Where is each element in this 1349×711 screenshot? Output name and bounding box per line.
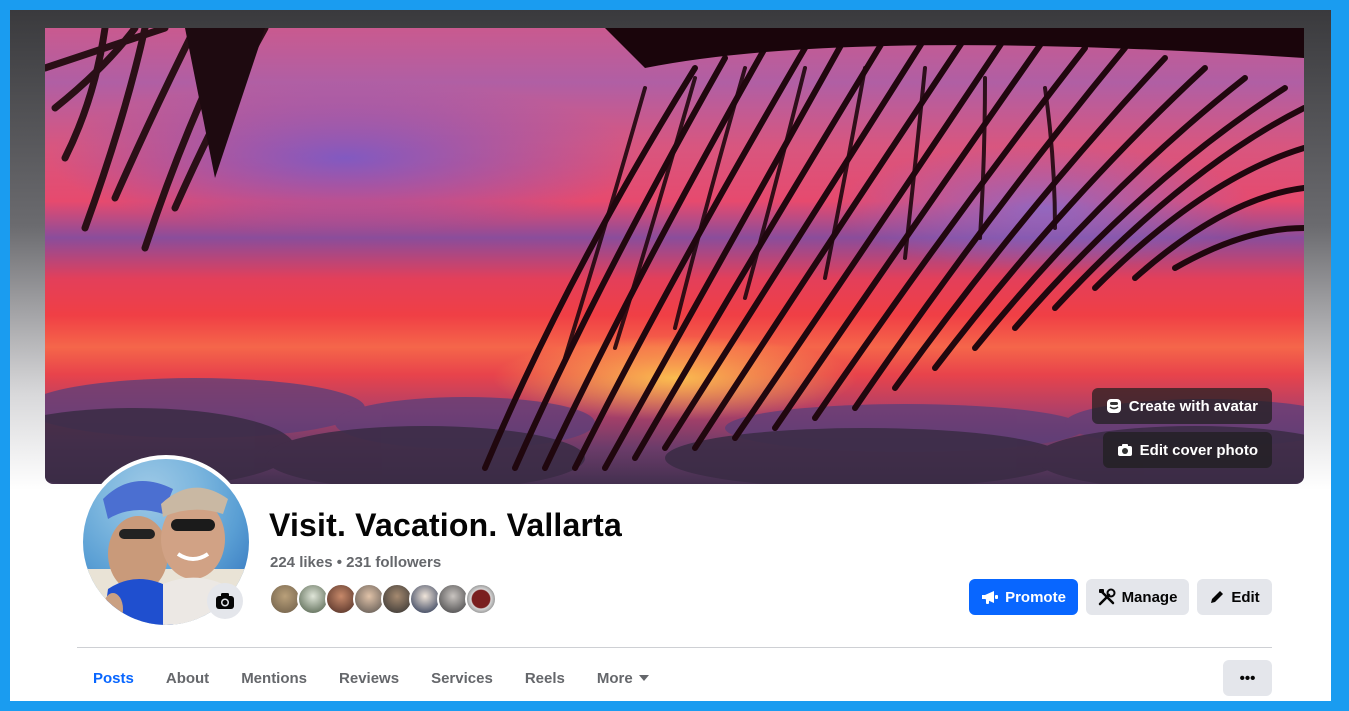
tab-services[interactable]: Services (415, 658, 509, 698)
tab-more[interactable]: More (581, 658, 665, 698)
tab-label: More (596, 669, 633, 687)
edit-label: Edit (1231, 588, 1260, 606)
page-title: Visit. Vacation. Vallarta (269, 507, 623, 543)
tab-mentions[interactable]: Mentions (225, 658, 323, 698)
tab-label: Reels (524, 669, 565, 687)
pencil-icon (1211, 591, 1224, 603)
tab-label: Reviews (339, 669, 400, 687)
header-divider (77, 647, 1272, 648)
tab-label: Mentions (241, 669, 308, 687)
page-tabs: Posts About Mentions Reviews Services Re… (77, 658, 665, 698)
edit-cover-photo-label: Edit cover photo (1139, 441, 1258, 459)
caret-down-icon (638, 675, 649, 681)
update-profile-picture-button[interactable] (207, 583, 243, 619)
tab-reviews[interactable]: Reviews (323, 658, 415, 698)
promote-button[interactable]: Promote (969, 579, 1078, 615)
follower-avatar[interactable] (465, 583, 497, 615)
more-options-button[interactable]: ••• (1223, 660, 1272, 696)
promote-label: Promote (1005, 588, 1066, 606)
manage-button[interactable]: Manage (1086, 579, 1189, 615)
manage-label: Manage (1121, 588, 1178, 606)
more-options-label: ••• (1239, 669, 1256, 687)
tab-label: Services (431, 669, 493, 687)
tab-label: About (165, 669, 210, 687)
tab-posts[interactable]: Posts (77, 658, 150, 698)
avatar-icon (1106, 399, 1121, 413)
edit-button[interactable]: Edit (1197, 579, 1272, 615)
create-with-avatar-button[interactable]: Create with avatar (1091, 388, 1272, 424)
tab-reels[interactable]: Reels (509, 658, 581, 698)
create-with-avatar-label: Create with avatar (1128, 397, 1258, 415)
camera-icon (1117, 444, 1132, 456)
cover-photo[interactable]: Create with avatar Edit cover photo (45, 28, 1304, 484)
page-stats[interactable]: 224 likes • 231 followers (270, 554, 441, 571)
tab-about[interactable]: About (150, 658, 225, 698)
tab-label: Posts (93, 669, 134, 687)
edit-cover-photo-button[interactable]: Edit cover photo (1102, 432, 1272, 468)
page-header-frame: Create with avatar Edit cover photo Visi… (10, 10, 1331, 701)
follower-avatars[interactable] (269, 583, 497, 615)
megaphone-icon (982, 591, 999, 604)
camera-icon (216, 593, 234, 609)
tools-icon (1098, 588, 1116, 606)
